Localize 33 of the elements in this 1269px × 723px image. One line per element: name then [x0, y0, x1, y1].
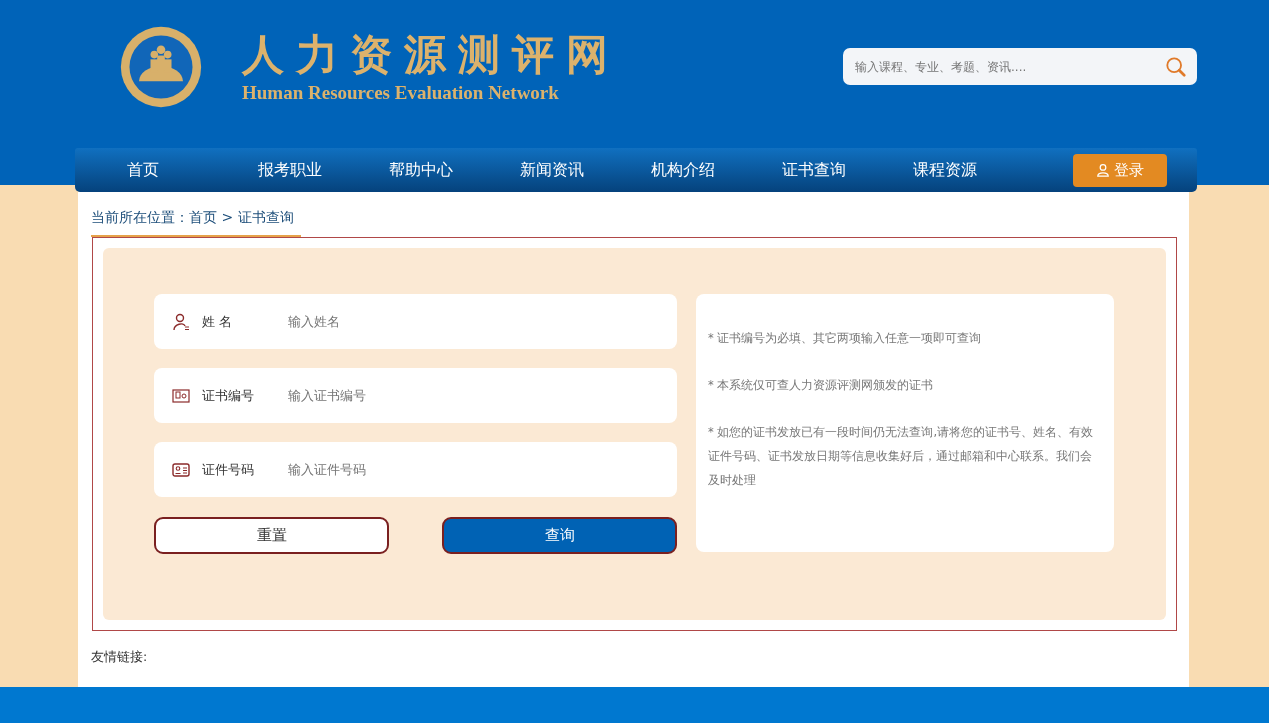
id-card-icon: [172, 460, 190, 479]
nav-link[interactable]: 帮助中心: [389, 159, 520, 181]
certificate-icon: [172, 386, 190, 405]
nav-link[interactable]: 新闻资讯: [520, 159, 651, 181]
site-title: 人力资源测评网: [242, 32, 620, 78]
field-label: 姓 名: [202, 312, 234, 331]
text-input[interactable]: 输入证书编号: [286, 367, 677, 424]
input-field[interactable]: 证书编号 输入证书编号: [154, 368, 677, 423]
note-text: * 证书编号为必填、其它两项输入任意一项即可查询: [708, 330, 983, 347]
nav-link[interactable]: 首页: [127, 159, 258, 181]
text-input[interactable]: 输入证件号码: [286, 441, 677, 498]
reset-button[interactable]: 重置: [154, 517, 389, 554]
search-icon[interactable]: [1165, 55, 1187, 78]
field-label: 证件号码: [202, 460, 255, 479]
search-input[interactable]: 输入课程、专业、考题、资讯....: [853, 47, 1165, 86]
note-text: * 本系统仅可查人力资源评测网颁发的证书: [708, 377, 935, 394]
person-icon: [172, 312, 190, 331]
query-button[interactable]: 查询: [442, 517, 677, 554]
text-input[interactable]: 输入姓名: [286, 293, 677, 350]
input-field[interactable]: 姓 名 输入姓名: [154, 294, 677, 349]
note-text: * 如您的证书发放已有一段时间仍无法查询,请将您的证书号、姓名、有效证件号码、证书发放日期等信息收集好后，通过邮箱和中心联系。我们会及时处理: [708, 424, 1095, 489]
nav-link[interactable]: 机构介绍: [651, 159, 782, 181]
nav-link[interactable]: 报考职业: [258, 159, 389, 181]
user-icon: [1096, 163, 1110, 177]
input-field[interactable]: 证件号码 输入证件号码: [154, 442, 677, 497]
search-field[interactable]: 输入课程、专业、考题、资讯....: [843, 48, 1197, 85]
emblem-icon: [118, 24, 204, 110]
nav-link[interactable]: 课程资源: [913, 159, 1044, 181]
nav-link[interactable]: 证书查询: [782, 159, 913, 181]
site-subtitle: Human Resources Evaluation Network: [242, 82, 560, 104]
field-label: 证书编号: [202, 386, 255, 405]
friend-links-label: 友情链接:: [91, 649, 148, 664]
breadcrumb: 当前所在位置：首页 > 证书查询: [91, 209, 301, 237]
